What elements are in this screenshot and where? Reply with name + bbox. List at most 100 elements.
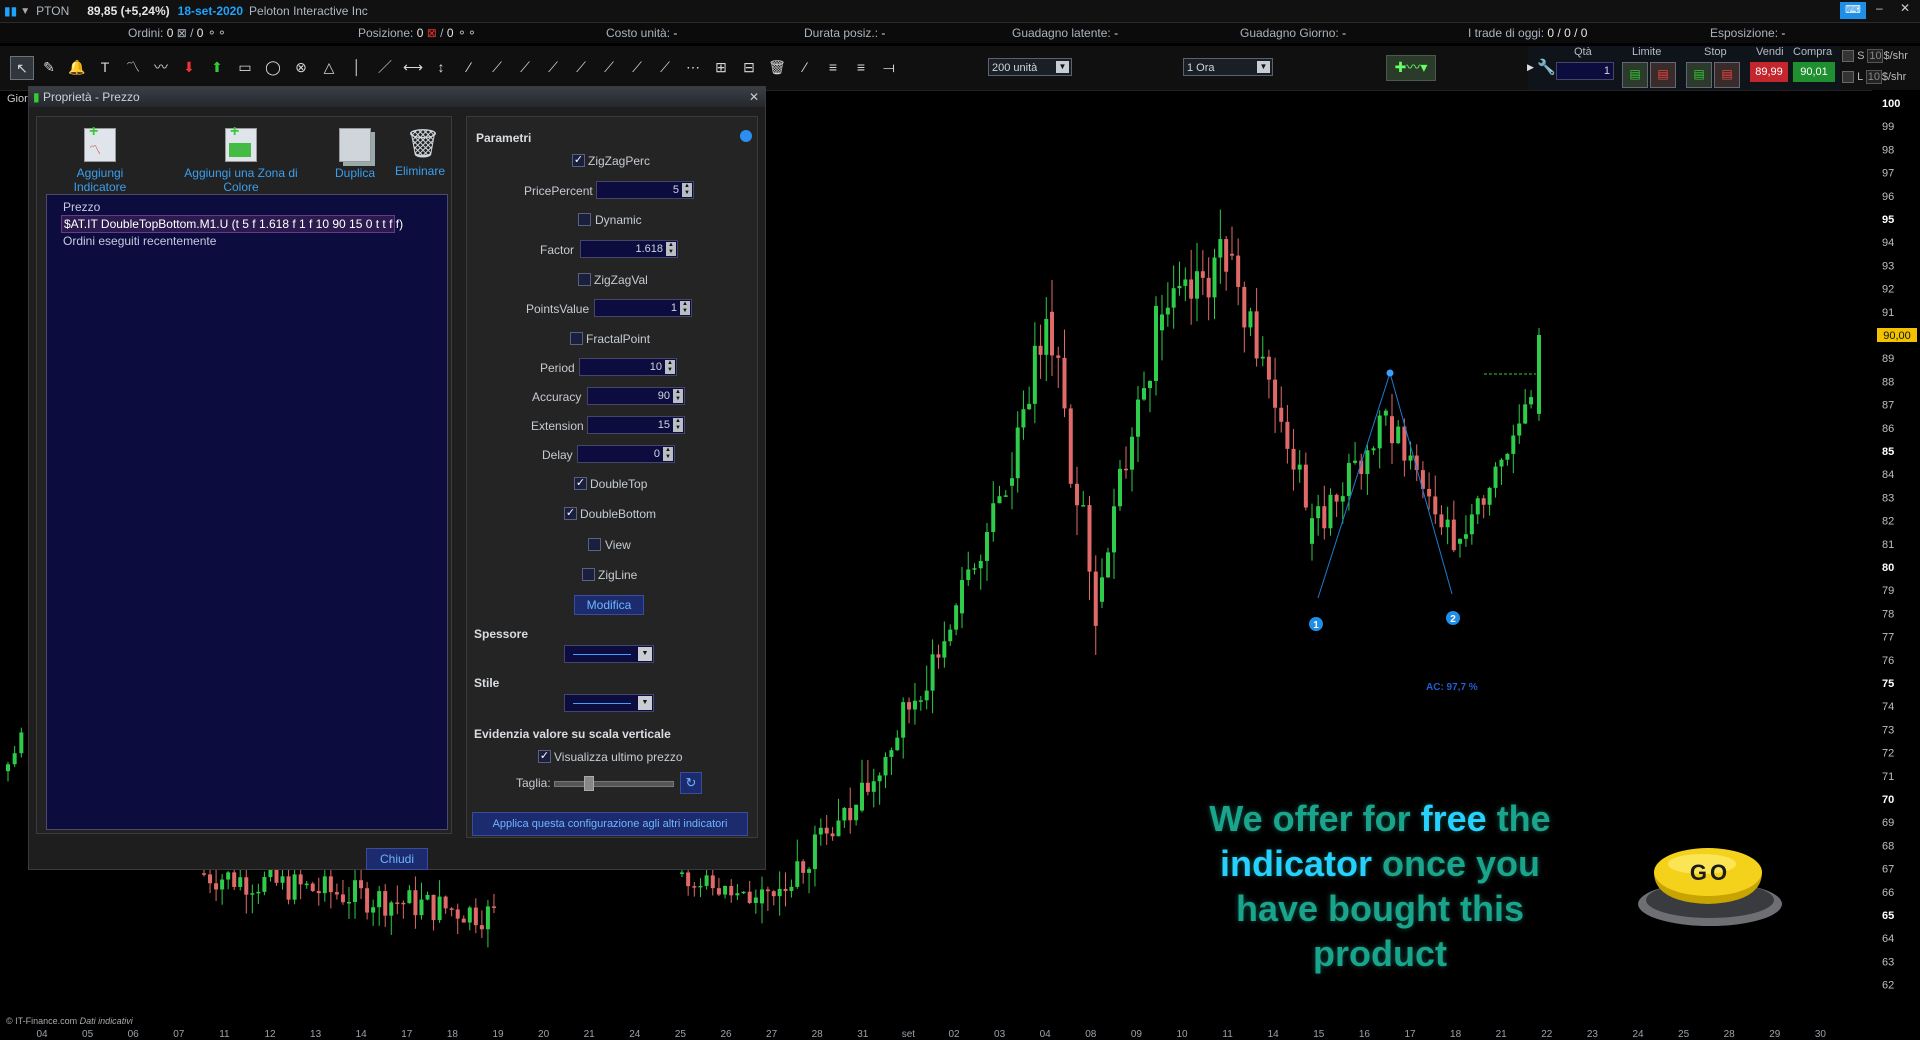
candle-body (1081, 505, 1086, 507)
s-checkbox[interactable] (1842, 50, 1854, 63)
l-checkbox[interactable] (1842, 71, 1854, 84)
view-checkbox[interactable] (588, 538, 601, 551)
wrench-icon[interactable]: 🔧 (1537, 58, 1556, 76)
fib-d-icon[interactable]: ⟋ (570, 56, 592, 78)
spinner-icon[interactable]: ▲ ▼ (666, 242, 676, 256)
sell-stop-icon[interactable]: ▤ (1714, 62, 1740, 88)
apply-to-others-button[interactable]: Applica questa configurazione agli altri… (472, 812, 748, 836)
left-tab-fragment[interactable]: Gior (7, 93, 28, 105)
trend-line-icon[interactable]: ／ (374, 56, 396, 78)
cursor-icon[interactable]: ↖ (10, 56, 34, 80)
extension-input[interactable]: 15 ▲ ▼ (587, 416, 685, 434)
marker-icon[interactable]: ⟞ (878, 56, 900, 78)
stile-header: Stile (474, 676, 500, 690)
delete-button[interactable]: 🗑 Eliminare (392, 128, 448, 178)
trash-icon[interactable]: 🗑 (766, 56, 788, 78)
crossed-circle-icon[interactable]: ⊗ (290, 56, 312, 78)
horizontal-measure-icon[interactable]: ⟷ (402, 56, 424, 78)
spinner-icon[interactable]: ▲ ▼ (673, 389, 683, 403)
accuracy-input[interactable]: 90 ▲ ▼ (587, 387, 685, 405)
arrow-up-icon[interactable]: ⬆ (206, 56, 228, 78)
dialog-title-bar[interactable]: ▮ Proprietà - Prezzo ✕ (29, 87, 765, 107)
text-icon[interactable]: T (94, 56, 116, 78)
sell-button[interactable]: 89,99 (1750, 62, 1788, 82)
triangle-icon[interactable]: △ (318, 56, 340, 78)
timeframe-select[interactable]: 1 Ora ▼ (1183, 58, 1273, 76)
indicator-menu-icon[interactable]: ✚〰▾ (1386, 55, 1436, 81)
spessore-select[interactable]: ▼ (564, 645, 654, 663)
period-input[interactable]: 10 ▲ ▼ (579, 358, 677, 376)
accuracy-value: 90 (657, 390, 670, 402)
delay-input[interactable]: 0 ▲ ▼ (577, 445, 675, 463)
duplicate-button[interactable]: Duplica (328, 128, 382, 180)
dynamic-checkbox[interactable] (578, 213, 591, 226)
wave2-icon[interactable]: 〰 (150, 56, 172, 78)
buy-button[interactable]: 90,01 (1793, 62, 1835, 82)
tree-item-orders[interactable]: Ordini eseguiti recentemente (47, 233, 447, 249)
modify-button[interactable]: Modifica (574, 595, 644, 615)
tree-item-price[interactable]: Prezzo (47, 199, 447, 215)
stile-select[interactable]: ▼ (564, 694, 654, 712)
reset-icon[interactable]: ↻ (680, 772, 702, 794)
spinner-icon[interactable]: ▲ ▼ (663, 447, 673, 461)
spinner-icon[interactable]: ▲ ▼ (682, 183, 692, 197)
lines-icon[interactable]: ≡ (822, 56, 844, 78)
dialog-close-icon[interactable]: ✕ (749, 87, 759, 107)
ratio-icon[interactable]: ⋯ (682, 56, 704, 78)
fib-g-icon[interactable]: ⟋ (654, 56, 676, 78)
close-icon[interactable]: ✕ (1900, 1, 1910, 15)
factor-input[interactable]: 1.618 ▲ ▼ (580, 240, 678, 258)
vertical-line-icon[interactable]: │ (346, 56, 368, 78)
spinner-icon[interactable]: ▲ ▼ (680, 301, 690, 315)
doublebottom-checkbox[interactable]: ✓ (564, 507, 577, 520)
wave-icon[interactable]: 〽 (122, 56, 144, 78)
spinner-icon[interactable]: ▲ ▼ (673, 418, 683, 432)
candles-icon[interactable]: ▮▮ (4, 4, 17, 18)
s-value[interactable]: 10 (1867, 49, 1884, 63)
lines2-icon[interactable]: ≡ (850, 56, 872, 78)
grid2-icon[interactable]: ⊟ (738, 56, 760, 78)
fib-e-icon[interactable]: ⟋ (598, 56, 620, 78)
buy-stop-icon[interactable]: ▤ (1686, 62, 1712, 88)
zigzagperc-checkbox[interactable]: ✓ (572, 154, 585, 167)
fib-f-icon[interactable]: ⟋ (626, 56, 648, 78)
tree-item-indicator[interactable]: $AT.IT DoubleTopBottom.M1.U (t 5 f 1.618… (61, 215, 403, 233)
taglia-slider[interactable] (554, 781, 674, 787)
doubletop-checkbox[interactable]: ✓ (574, 477, 587, 490)
pencil-icon[interactable]: ✎ (38, 56, 60, 78)
order-panel-arrow-icon[interactable]: ▶ (1527, 62, 1534, 73)
go-button[interactable]: GO (1632, 842, 1782, 932)
qta-input[interactable]: 1 (1556, 62, 1614, 80)
add-indicator-button[interactable]: + 〽 Aggiungi Indicatore (50, 123, 150, 194)
fractalpoint-checkbox[interactable] (570, 332, 583, 345)
arrow-down-icon[interactable]: ⬇ (178, 56, 200, 78)
angle-icon[interactable]: ∕ (794, 56, 816, 78)
fib-a-icon[interactable]: ⟋ (486, 56, 508, 78)
buy-limit-icon[interactable]: ▤ (1622, 62, 1648, 88)
sell-limit-icon[interactable]: ▤ (1650, 62, 1676, 88)
taglia-slider-thumb[interactable] (584, 776, 594, 791)
grid-icon[interactable]: ⊞ (710, 56, 732, 78)
vertical-measure-icon[interactable]: ↕ (430, 56, 452, 78)
add-color-zone-button[interactable]: + Aggiungi una Zona di Colore (166, 123, 316, 194)
fib-c-icon[interactable]: ⟋ (542, 56, 564, 78)
visualizza-checkbox[interactable]: ✓ (538, 750, 551, 763)
l-value[interactable]: 10 (1865, 70, 1882, 84)
alert-icon[interactable]: 🔔 (66, 56, 88, 78)
pricepercent-input[interactable]: 5 ▲ ▼ (596, 181, 694, 199)
spinner-icon[interactable]: ▲ ▼ (665, 360, 675, 374)
fib-b-icon[interactable]: ⟋ (514, 56, 536, 78)
close-button[interactable]: Chiudi (366, 848, 428, 870)
zigline-checkbox[interactable] (582, 568, 595, 581)
ellipse-icon[interactable]: ◯ (262, 56, 284, 78)
keyboard-icon[interactable]: ⌨ (1840, 2, 1866, 19)
quantity-select[interactable]: 200 unità ▼ (988, 58, 1072, 76)
dropdown-arrow-icon[interactable]: ▼ (20, 6, 30, 17)
pointsvalue-input[interactable]: 1 ▲ ▼ (594, 299, 692, 317)
ray-icon[interactable]: ∕ (458, 56, 480, 78)
zigzagval-checkbox[interactable] (578, 273, 591, 286)
rectangle-icon[interactable]: ▭ (234, 56, 256, 78)
minimize-icon[interactable]: – (1876, 1, 1883, 15)
info-icon[interactable] (740, 130, 752, 142)
y-tick-label: 72 (1882, 748, 1894, 760)
